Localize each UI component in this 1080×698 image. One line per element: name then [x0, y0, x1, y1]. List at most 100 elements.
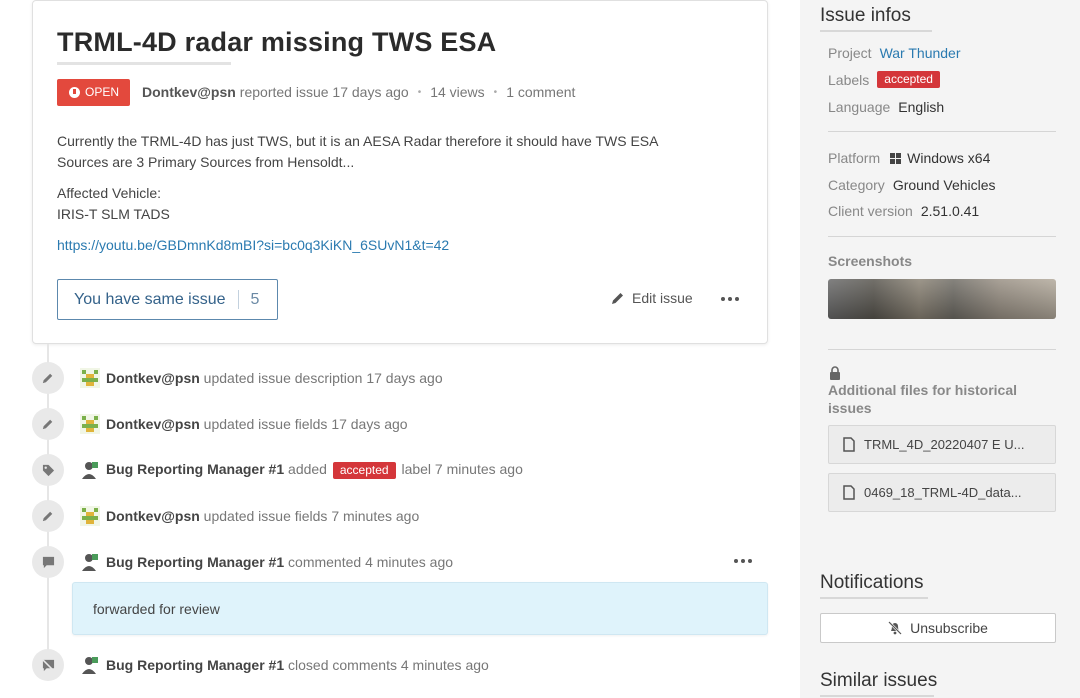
- platform-value: Windows x64: [907, 150, 991, 166]
- description-line: Currently the TRML-4D has just TWS, but …: [57, 133, 659, 149]
- client-version-row: Client version 2.51.0.41: [828, 203, 979, 219]
- pencil-icon: [32, 408, 64, 440]
- notifications-title: Notifications: [820, 572, 924, 593]
- screenshot-thumbnail[interactable]: [828, 279, 1056, 319]
- windows-icon: [890, 152, 902, 164]
- pencil-icon: [612, 293, 623, 304]
- more-options-button[interactable]: [721, 297, 739, 301]
- category-value: Ground Vehicles: [892, 177, 996, 193]
- dot-icon: [748, 559, 752, 563]
- issue-comments[interactable]: 1 comment: [506, 84, 575, 100]
- same-issue-count: 5: [250, 290, 260, 308]
- file-icon: [843, 485, 855, 500]
- dot-icon: [721, 297, 725, 301]
- pencil-icon: [32, 500, 64, 532]
- timeline-text: Dontkev@psn updated issue fields 17 days…: [106, 416, 408, 432]
- comment-body: forwarded for review: [72, 582, 768, 635]
- timeline-action: closed comments 4 minutes ago: [288, 657, 489, 673]
- labels-label: Labels: [828, 71, 870, 88]
- issue-description: Currently the TRML-4D has just TWS, but …: [57, 131, 707, 266]
- unsubscribe-label: Unsubscribe: [910, 620, 988, 636]
- same-issue-button[interactable]: You have same issue 5: [57, 279, 278, 320]
- issue-sidebar: Issue infos Project War Thunder Labels a…: [800, 0, 1080, 698]
- timeline-entry: Bug Reporting Manager #1 added accepted …: [32, 454, 523, 486]
- project-row: Project War Thunder: [828, 45, 961, 61]
- screenshots-label: Screenshots: [828, 253, 913, 269]
- avatar[interactable]: [80, 368, 100, 388]
- file-name: TRML_4D_20220407 E U...: [864, 437, 1025, 452]
- timeline-user[interactable]: Dontkev@psn: [106, 416, 200, 432]
- comment-closed-icon: [32, 649, 64, 681]
- status-badge: OPEN: [57, 78, 131, 106]
- issue-infos-title: Issue infos: [820, 5, 911, 26]
- timeline-action: label 7 minutes ago: [401, 461, 523, 477]
- timeline-text: Bug Reporting Manager #1 closed comments…: [106, 657, 489, 673]
- timeline-action: updated issue fields 7 minutes ago: [203, 508, 420, 524]
- description-line: Sources are 3 Primary Sources from Henso…: [57, 154, 355, 170]
- issue-author[interactable]: Dontkev@psn: [142, 84, 236, 100]
- file-icon: [843, 437, 855, 452]
- comment-more-button[interactable]: [734, 559, 752, 563]
- affected-value: IRIS-T SLM TADS: [57, 206, 170, 222]
- labels-row: Labels accepted: [828, 71, 940, 88]
- edit-issue-button[interactable]: Edit issue: [611, 290, 693, 306]
- video-link[interactable]: https://youtu.be/GBDmnKd8mBI?si=bc0q3KiK…: [57, 237, 449, 253]
- platform-label: Platform: [828, 150, 881, 166]
- timeline-action: added: [288, 461, 327, 477]
- meta-separator: •: [417, 86, 422, 98]
- edit-issue-label: Edit issue: [632, 290, 693, 306]
- same-issue-label: You have same issue: [74, 290, 226, 308]
- unsubscribe-button[interactable]: Unsubscribe: [820, 613, 1056, 643]
- timeline-action: updated issue description 17 days ago: [203, 370, 443, 386]
- lock-icon: [830, 366, 840, 380]
- accepted-label[interactable]: accepted: [877, 71, 940, 88]
- timeline-entry: Bug Reporting Manager #1 closed comments…: [32, 649, 489, 681]
- title-underline: [57, 62, 231, 65]
- timeline-user[interactable]: Dontkev@psn: [106, 508, 200, 524]
- pencil-icon: [32, 362, 64, 394]
- avatar[interactable]: [80, 460, 100, 480]
- issue-reported: reported issue 17 days ago: [239, 84, 409, 100]
- avatar[interactable]: [80, 414, 100, 434]
- divider: [828, 349, 1056, 350]
- timeline-entry: Dontkev@psn updated issue fields 17 days…: [32, 408, 408, 440]
- client-version-value: 2.51.0.41: [920, 203, 980, 219]
- bell-off-icon: [888, 621, 902, 635]
- issue-title: TRML-4D radar missing TWS ESA: [57, 27, 497, 57]
- file-download-button[interactable]: TRML_4D_20220407 E U...: [828, 425, 1056, 464]
- dot-icon: [734, 559, 738, 563]
- issue-card: TRML-4D radar missing TWS ESA OPEN Dontk…: [32, 0, 768, 344]
- language-label: Language: [828, 99, 891, 115]
- project-link[interactable]: War Thunder: [880, 45, 961, 61]
- title-underline: [820, 597, 928, 599]
- affected-label: Affected Vehicle:: [57, 185, 162, 201]
- language-value: English: [898, 99, 945, 115]
- meta-separator: •: [493, 86, 498, 98]
- issue-views: 14 views: [430, 84, 485, 100]
- timeline-text: Bug Reporting Manager #1 added accepted …: [106, 461, 523, 479]
- timeline-user[interactable]: Dontkev@psn: [106, 370, 200, 386]
- project-label: Project: [828, 45, 872, 61]
- timeline-entry: Bug Reporting Manager #1 commented 4 min…: [32, 546, 453, 578]
- similar-issues-title: Similar issues: [820, 670, 938, 691]
- title-underline: [820, 30, 932, 32]
- client-version-label: Client version: [828, 203, 913, 219]
- timeline-text: Dontkev@psn updated issue fields 7 minut…: [106, 508, 419, 524]
- timeline-user[interactable]: Bug Reporting Manager #1: [106, 657, 284, 673]
- timeline-user[interactable]: Bug Reporting Manager #1: [106, 461, 284, 477]
- platform-row: Platform Windows x64: [828, 150, 990, 166]
- timeline-entry: Dontkev@psn updated issue fields 7 minut…: [32, 500, 419, 532]
- avatar[interactable]: [80, 552, 100, 572]
- timeline-entry: Dontkev@psn updated issue description 17…: [32, 362, 443, 394]
- alert-icon: [69, 86, 80, 98]
- avatar[interactable]: [80, 655, 100, 675]
- accepted-label[interactable]: accepted: [332, 462, 396, 479]
- divider: [828, 236, 1056, 237]
- comment-text: forwarded for review: [93, 600, 220, 617]
- divider: [828, 131, 1056, 132]
- timeline-action: updated issue fields 17 days ago: [203, 416, 408, 432]
- timeline-user[interactable]: Bug Reporting Manager #1: [106, 554, 284, 570]
- file-download-button[interactable]: 0469_18_TRML-4D_data...: [828, 473, 1056, 512]
- language-row: Language English: [828, 99, 944, 115]
- avatar[interactable]: [80, 506, 100, 526]
